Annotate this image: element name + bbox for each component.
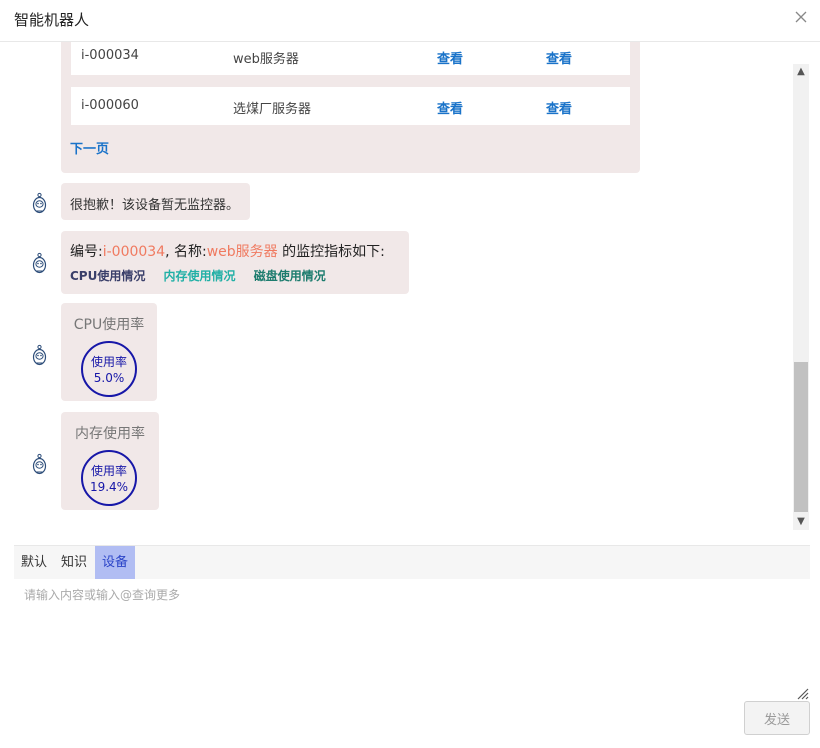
scrollbar-thumb[interactable] <box>794 362 808 512</box>
device-name: web服务器 <box>206 244 278 260</box>
window-title: 智能机器人 <box>14 11 90 29</box>
memory-usage-link[interactable]: 内存使用情况 <box>164 269 236 283</box>
no-monitor-message: 很抱歉！该设备暂无监控器。 <box>61 183 250 220</box>
name-prefix: , 名称: <box>165 244 207 260</box>
robot-avatar-icon <box>32 453 47 475</box>
metrics-links: CPU使用情况 内存使用情况 磁盘使用情况 <box>70 267 340 284</box>
mode-tabs: 默认 知识 设备 <box>14 545 810 579</box>
tab-knowledge[interactable]: 知识 <box>54 546 94 579</box>
window-header: 智能机器人 <box>0 0 820 42</box>
gauge-title: 内存使用率 <box>75 426 145 442</box>
device-name-cell: 选煤厂服务器 <box>233 102 312 117</box>
message-input[interactable] <box>14 580 810 700</box>
robot-avatar-icon <box>32 344 47 366</box>
view-link[interactable]: 查看 <box>546 98 572 117</box>
view-link[interactable]: 查看 <box>546 48 572 67</box>
view-link[interactable]: 查看 <box>437 98 463 117</box>
device-id-cell: i-000034 <box>81 48 139 63</box>
gauge-title: CPU使用率 <box>73 317 145 333</box>
resize-grip-icon[interactable] <box>795 686 809 700</box>
table-row: i-000060 选煤厂服务器 查看 查看 <box>71 87 630 125</box>
table-row: i-000034 web服务器 查看 查看 <box>71 42 630 75</box>
gauge-value: 19.4% <box>89 480 129 494</box>
device-list-bubble: i-000034 web服务器 查看 查看 i-000060 选煤厂服务器 查看… <box>61 42 640 173</box>
memory-usage-gauge: 内存使用率 使用率 19.4% <box>61 412 159 510</box>
device-name-cell: web服务器 <box>233 52 299 67</box>
metrics-message: 编号:i-000034, 名称:web服务器 的监控指标如下: CPU使用情况 … <box>61 231 409 294</box>
cpu-usage-link[interactable]: CPU使用情况 <box>70 269 145 283</box>
robot-avatar-icon <box>32 192 47 214</box>
close-icon[interactable] <box>792 8 810 26</box>
next-page-link[interactable]: 下一页 <box>70 138 109 157</box>
gauge-label: 使用率 <box>90 355 127 369</box>
tab-device[interactable]: 设备 <box>95 546 136 579</box>
disk-usage-link[interactable]: 磁盘使用情况 <box>254 269 326 283</box>
metrics-suffix: 的监控指标如下: <box>277 244 385 260</box>
device-id: i-000034 <box>102 244 166 260</box>
cpu-usage-gauge: CPU使用率 使用率 5.0% <box>61 303 157 401</box>
gauge-value: 5.0% <box>93 371 125 385</box>
metrics-summary: 编号:i-000034, 名称:web服务器 的监控指标如下: <box>70 241 385 261</box>
gauge-label: 使用率 <box>90 464 127 478</box>
message-text: 很抱歉！该设备暂无监控器。 <box>70 198 240 213</box>
chat-history[interactable]: i-000034 web服务器 查看 查看 i-000060 选煤厂服务器 查看… <box>0 42 810 530</box>
view-link[interactable]: 查看 <box>437 48 463 67</box>
chat-scrollbar[interactable]: ▲ ▼ <box>793 64 809 530</box>
gauge-ring: 使用率 19.4% <box>81 450 137 506</box>
tab-default[interactable]: 默认 <box>14 546 54 579</box>
robot-avatar-icon <box>32 252 47 274</box>
gauge-ring: 使用率 5.0% <box>81 341 137 397</box>
device-id-cell: i-000060 <box>81 98 139 113</box>
scroll-down-icon[interactable]: ▼ <box>793 514 809 530</box>
scroll-up-icon[interactable]: ▲ <box>793 64 809 80</box>
send-button[interactable]: 发送 <box>744 701 810 735</box>
id-prefix: 编号: <box>70 244 103 260</box>
